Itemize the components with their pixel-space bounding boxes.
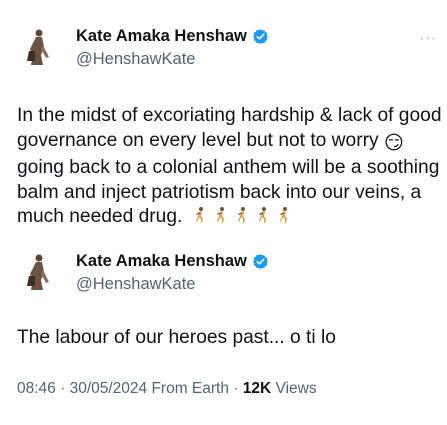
quoted-tweet-text: The labour of our heroes past... o ti lo [17,327,336,348]
tweet-date[interactable]: 30/05/2024 [70,380,148,397]
quoted-author-display-name[interactable]: Kate Amaka Henshaw [76,252,247,271]
verified-badge-icon[interactable] [252,253,269,270]
meta-separator: · [228,380,243,397]
runner-emoji-icon [195,207,203,223]
meta-separator: · [55,380,70,397]
tweet-meta: 08:46 · 30/05/2024 From Earth · 12K View… [17,380,317,398]
author-name-row: Kate Amaka Henshaw [76,27,269,46]
runner-emoji-icon [216,207,224,223]
tweet-text: In the midst of excoriating hardship & l… [17,104,442,230]
smirking-face-emoji: 😏 [383,132,404,154]
quoted-author-name-row: Kate Amaka Henshaw [76,252,269,271]
quoted-author-handle[interactable]: @HenshawKate [76,275,195,294]
avatar-silhouette-icon [17,252,57,292]
quoted-author-avatar[interactable] [17,252,57,292]
runner-emoji-group [188,206,293,227]
runner-emoji-icon [279,207,287,223]
tweet-time[interactable]: 08:46 [17,380,56,397]
verified-badge-icon[interactable] [252,28,269,45]
runner-emoji-icon [258,207,266,223]
views-count: 12K [242,380,272,397]
tweet-source: From Earth [151,380,229,397]
author-display-name[interactable]: Kate Amaka Henshaw [76,27,247,46]
author-avatar[interactable] [17,27,57,67]
runner-emoji-icon [237,207,245,223]
avatar-silhouette-icon [17,27,57,67]
author-handle[interactable]: @HenshawKate [76,50,195,69]
more-options-icon[interactable]: ··· [420,30,437,46]
views-label: Views [271,380,317,397]
tweet-text-part-1: In the midst of excoriating hardship & l… [17,105,442,151]
